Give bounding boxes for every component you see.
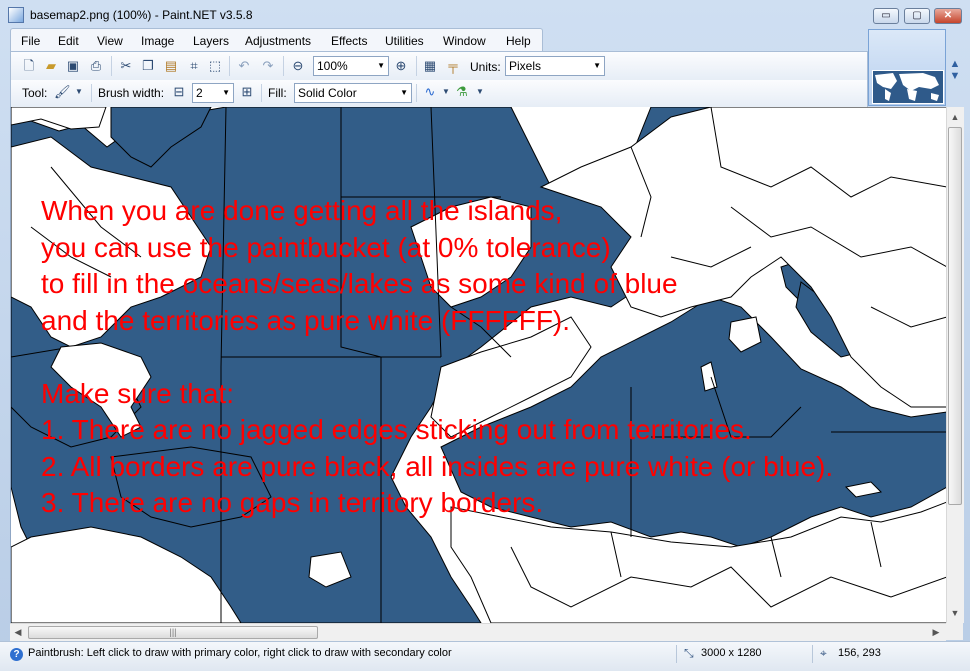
instruction-line: 3. There are no gaps in territory border… (41, 487, 544, 518)
paintbrush-icon[interactable]: 🖌 (54, 84, 71, 100)
menu-help[interactable]: Help (506, 34, 531, 48)
instruction-overlay-text: When you are done getting all the island… (41, 193, 946, 522)
instruction-line: and the territories as pure white (FFFFF… (41, 304, 571, 336)
paste-icon[interactable]: ▤ (163, 58, 179, 74)
menu-window[interactable]: Window (443, 34, 486, 48)
cursor-position: 156, 293 (838, 647, 881, 659)
status-message: Paintbrush: Left click to draw with prim… (28, 647, 452, 659)
menu-image[interactable]: Image (141, 34, 174, 48)
instruction-line: you can use the paintbucket (at 0% toler… (41, 231, 611, 263)
deselect-icon[interactable]: ⬚ (207, 58, 223, 74)
increase-width-icon[interactable]: ⊞ (239, 84, 255, 100)
horizontal-scroll-thumb[interactable]: ||| (28, 626, 318, 639)
chevron-down-icon[interactable]: ▼ (472, 84, 488, 100)
tool-options-toolbar: Tool: 🖌 ▼ Brush width: ⊟ 2 ▼ ⊞ Fill: Sol… (10, 80, 868, 108)
paintnet-app-icon (8, 7, 24, 23)
undo-icon[interactable]: ↶ (236, 58, 252, 74)
window-title: basemap2.png (100%) - Paint.NET v3.5.8 (30, 8, 253, 22)
copy-icon[interactable]: ❐ (140, 58, 156, 74)
fill-combo[interactable]: Solid Color ▼ (294, 83, 412, 103)
menu-edit[interactable]: Edit (58, 34, 79, 48)
print-icon[interactable]: ⎙ (88, 58, 104, 74)
instruction-line: to fill in the oceans/seas/lakes as some… (41, 268, 678, 299)
main-toolbar: 🗋 ▰ ▣ ⎙ ✂ ❐ ▤ ⌗ ⬚ ↶ ↷ ⊖ 100% ▼ ⊕ ▦ ╤ Uni… (10, 51, 868, 82)
save-icon[interactable]: ▣ (65, 58, 81, 74)
units-label: Units: (470, 60, 501, 74)
vertical-scrollbar[interactable]: ▲ ▼ (946, 107, 964, 623)
brush-width-combo[interactable]: 2 ▼ (192, 83, 234, 103)
scroll-up-icon[interactable]: ▲ (947, 109, 963, 125)
tool-label: Tool: (22, 86, 48, 100)
chevron-down-icon: ▼ (222, 88, 230, 97)
paintnet-window: basemap2.png (100%) - Paint.NET v3.5.8 ▭… (0, 0, 970, 671)
ruler-icon[interactable]: ╤ (445, 58, 461, 74)
scroll-down-icon[interactable]: ▼ (947, 605, 963, 621)
help-icon: ? (10, 648, 23, 661)
minimize-button[interactable]: ▭ (873, 8, 899, 24)
zoom-value: 100% (317, 59, 348, 73)
menu-utilities[interactable]: Utilities (385, 34, 424, 48)
fill-label: Fill: (268, 86, 287, 100)
chevron-down-icon[interactable]: ▼ (71, 84, 87, 100)
status-bar: ? Paintbrush: Left click to draw with pr… (0, 641, 970, 671)
menu-bar: File Edit View Image Layers Adjustments … (10, 28, 543, 52)
instruction-line: When you are done getting all the island… (41, 195, 563, 226)
units-combo[interactable]: Pixels ▼ (505, 56, 605, 76)
image-size: 3000 x 1280 (701, 647, 762, 659)
vertical-scroll-thumb[interactable] (948, 127, 962, 505)
instruction-line: 2. All borders are pure black, all insid… (41, 450, 834, 482)
menu-view[interactable]: View (97, 34, 123, 48)
image-size-icon: ⤡ (684, 646, 694, 660)
chevron-down-icon[interactable]: ▼ (438, 84, 454, 100)
antialiasing-icon[interactable]: ∿ (422, 84, 438, 100)
new-image-icon[interactable]: 🗋 (21, 58, 37, 74)
grid-icon[interactable]: ▦ (422, 58, 438, 74)
redo-icon[interactable]: ↷ (260, 58, 276, 74)
menu-layers[interactable]: Layers (193, 34, 229, 48)
horizontal-scrollbar[interactable]: ◀ ||| ▶ (10, 623, 946, 641)
image-thumbnail-tab[interactable] (868, 29, 946, 106)
fill-value: Solid Color (298, 86, 357, 100)
crop-icon[interactable]: ⌗ (186, 58, 202, 74)
open-folder-icon[interactable]: ▰ (43, 58, 59, 74)
brush-width-value: 2 (196, 86, 203, 100)
cursor-position-icon: ⌖ (820, 646, 827, 660)
zoom-out-icon[interactable]: ⊖ (290, 58, 306, 74)
instruction-line: Make sure that: (41, 377, 234, 409)
units-value: Pixels (509, 59, 542, 73)
chevron-down-icon: ▼ (593, 61, 601, 70)
scroll-right-icon[interactable]: ▶ (928, 624, 944, 640)
chevron-down-icon: ▼ (400, 88, 408, 97)
thumbnail-scroll-arrow-icon[interactable]: ▲ ▼ (947, 58, 963, 83)
menu-effects[interactable]: Effects (331, 34, 367, 48)
image-canvas[interactable]: When you are done getting all the island… (10, 107, 947, 623)
zoom-in-icon[interactable]: ⊕ (393, 58, 409, 74)
scroll-left-icon[interactable]: ◀ (10, 624, 26, 640)
menu-file[interactable]: File (21, 34, 40, 48)
brush-width-label: Brush width: (98, 86, 165, 100)
instruction-line (41, 339, 946, 376)
zoom-combo[interactable]: 100% ▼ (313, 56, 389, 76)
chevron-down-icon: ▼ (377, 61, 385, 70)
instruction-line: 1. There are no jagged edges sticking ou… (41, 414, 752, 445)
scrollbar-corner (946, 623, 963, 640)
title-bar[interactable]: basemap2.png (100%) - Paint.NET v3.5.8 ▭… (0, 0, 970, 28)
cut-icon[interactable]: ✂ (118, 58, 134, 74)
close-button[interactable]: ✕ (934, 8, 962, 24)
menu-adjustments[interactable]: Adjustments (245, 34, 311, 48)
image-thumbnail (872, 70, 944, 104)
maximize-button[interactable]: ▢ (904, 8, 930, 24)
decrease-width-icon[interactable]: ⊟ (171, 84, 187, 100)
blend-mode-icon[interactable]: ⚗ (454, 84, 470, 100)
